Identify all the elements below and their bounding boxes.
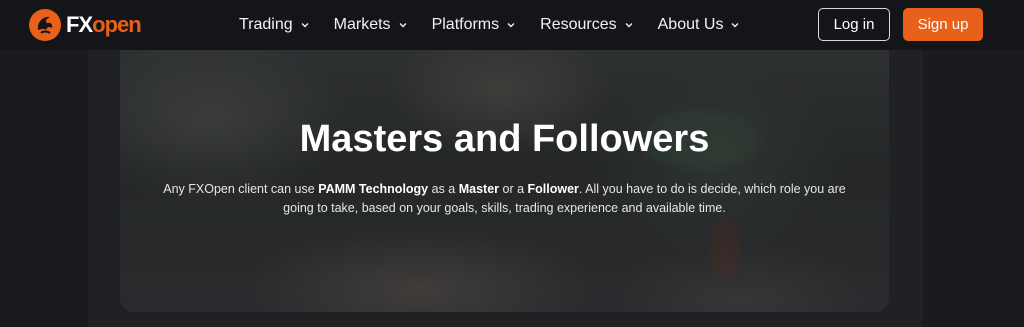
hero-desc-pamm: PAMM Technology xyxy=(318,182,429,196)
main-nav: Trading Markets Platforms Resources Abou… xyxy=(239,0,764,50)
nav-item-markets[interactable]: Markets xyxy=(334,16,408,34)
chevron-down-icon xyxy=(399,23,407,28)
nav-item-label: Resources xyxy=(540,16,617,33)
nav-item-label: Markets xyxy=(333,16,391,33)
chevron-down-icon xyxy=(507,23,515,28)
hero-desc-follower: Follower xyxy=(527,182,579,196)
login-button[interactable]: Log in xyxy=(818,8,890,41)
brand-logo[interactable]: FXopen xyxy=(28,8,142,42)
hero-title: Masters and Followers xyxy=(299,118,710,160)
nav-item-trading[interactable]: Trading xyxy=(239,16,310,34)
hero-desc-text: or a xyxy=(499,182,528,196)
hero-banner: Masters and Followers Any FXOpen client … xyxy=(120,50,889,312)
nav-item-platforms[interactable]: Platforms xyxy=(432,16,517,34)
brand-name-open: open xyxy=(92,12,142,37)
hero-desc-text: as a xyxy=(428,182,459,196)
chevron-down-icon xyxy=(625,23,633,28)
brand-wordmark: FXopen xyxy=(66,12,142,38)
nav-item-label: Platforms xyxy=(431,16,500,33)
dragon-logo-icon xyxy=(29,9,61,41)
nav-item-resources[interactable]: Resources xyxy=(540,16,633,34)
nav-item-about-us[interactable]: About Us xyxy=(658,16,741,34)
nav-item-label: Trading xyxy=(239,16,293,33)
hero-desc-master: Master xyxy=(458,182,500,196)
chevron-down-icon xyxy=(731,23,739,28)
brand-name-fx: FX xyxy=(66,12,93,37)
nav-item-label: About Us xyxy=(657,16,724,33)
signup-button[interactable]: Sign up xyxy=(903,8,983,41)
hero-description: Any FXOpen client can use PAMM Technolog… xyxy=(160,180,849,218)
site-header: FXopen Trading Markets Platforms Resourc… xyxy=(0,0,1024,50)
hero-desc-text: Any FXOpen client can use xyxy=(163,182,319,196)
chevron-down-icon xyxy=(301,23,309,28)
